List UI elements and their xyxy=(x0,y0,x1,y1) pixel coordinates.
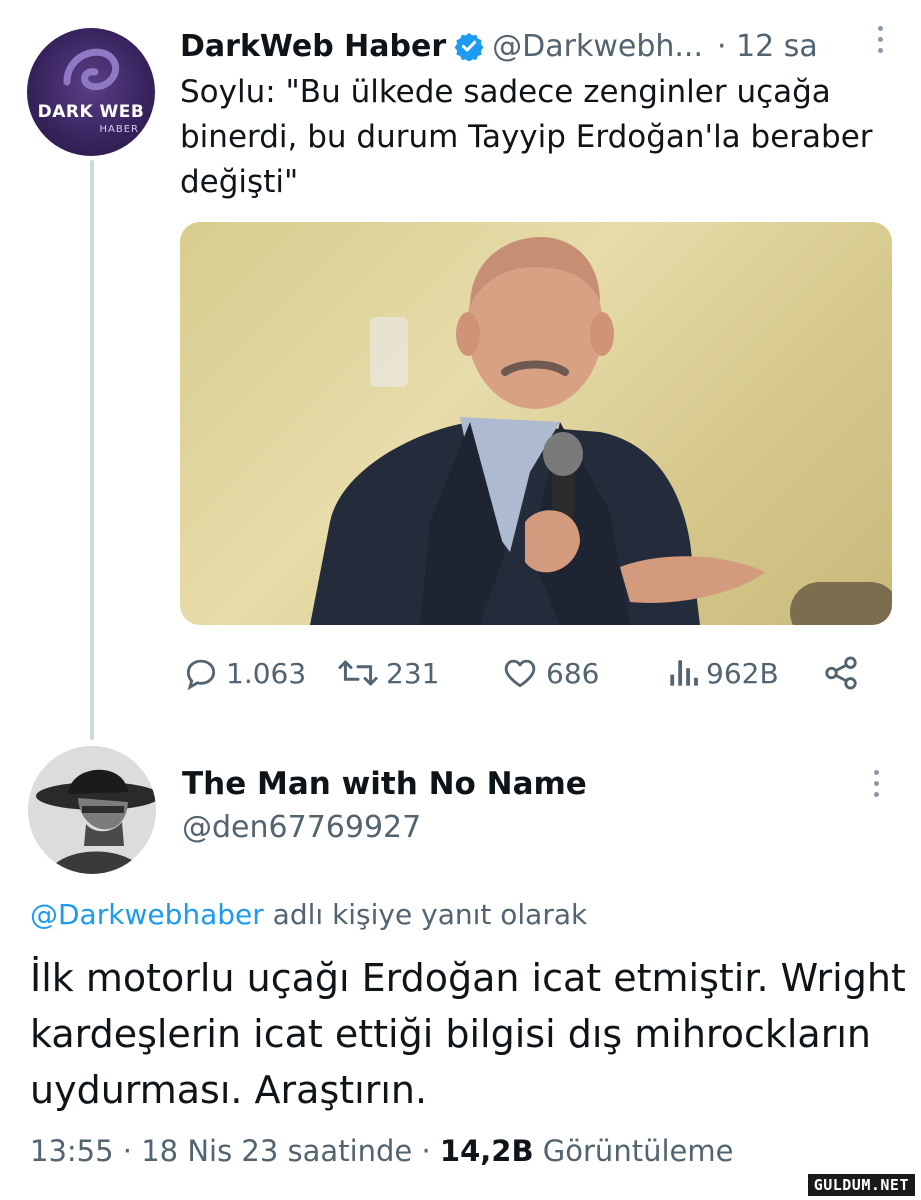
tweet-header: DarkWeb Haber @Darkwebh... · 12 sa xyxy=(180,26,885,66)
share-icon xyxy=(825,656,857,690)
photo-portrait-icon xyxy=(310,237,892,625)
reply-author-avatar[interactable] xyxy=(28,746,156,874)
avatar-logo-subtext: HABER xyxy=(99,124,139,135)
like-button[interactable]: 686 xyxy=(500,650,599,696)
site-watermark: GULDUM.NET xyxy=(807,1174,915,1196)
reply-views-label: Görüntüleme xyxy=(542,1134,734,1168)
reply-button[interactable]: 1.063 xyxy=(182,650,306,696)
reply-view-count: 14,2B xyxy=(439,1134,534,1168)
analytics-bars-icon xyxy=(670,660,698,686)
avatar-logo-text: DARK WEB xyxy=(37,102,145,122)
retweet-icon xyxy=(338,660,378,686)
view-count: 962B xyxy=(706,656,779,690)
views-button[interactable]: 962B xyxy=(666,650,779,696)
like-count: 686 xyxy=(546,656,600,690)
tweet-text: Soylu: "Bu ülkede sadece zenginler uçağa… xyxy=(180,74,873,200)
tweet-photo[interactable] xyxy=(180,222,892,625)
replying-to-suffix: adlı kişiye yanıt olarak xyxy=(272,898,588,931)
heart-icon xyxy=(504,659,536,688)
more-dots-icon xyxy=(878,26,883,53)
verified-badge-icon xyxy=(454,32,484,61)
replying-to-link[interactable]: @Darkwebhaber xyxy=(30,898,264,931)
reply-timestamp[interactable]: 13:55 · 18 Nis 23 saatinde · xyxy=(30,1134,431,1168)
more-options-button[interactable] xyxy=(878,26,883,53)
more-dots-icon xyxy=(874,770,879,797)
reply-count: 1.063 xyxy=(226,656,307,690)
author-name[interactable]: DarkWeb Haber xyxy=(180,29,446,64)
tweet-time[interactable]: · 12 sa xyxy=(717,29,818,64)
tweet-actions: 1.063 231 686 962B xyxy=(182,650,882,696)
cowboy-portrait-icon xyxy=(28,746,156,874)
author-avatar[interactable]: DARK WEB HABER xyxy=(27,28,155,156)
reply-icon xyxy=(186,659,216,691)
reply-more-options-button[interactable] xyxy=(874,770,879,797)
reply-author-name[interactable]: The Man with No Name xyxy=(182,766,587,802)
replying-to-line: @Darkwebhaber adlı kişiye yanıt olarak xyxy=(30,898,587,931)
retweet-button[interactable]: 231 xyxy=(336,650,439,696)
logo-swirl-icon xyxy=(63,48,120,91)
reply-author-handle[interactable]: @den67769927 xyxy=(182,810,421,845)
reply-meta: 13:55 · 18 Nis 23 saatinde · 14,2B Görün… xyxy=(30,1134,733,1168)
thread-connector-line xyxy=(90,160,94,740)
retweet-count: 231 xyxy=(386,656,440,690)
author-handle[interactable]: @Darkwebh... xyxy=(492,29,703,64)
reply-text: İlk motorlu uçağı Erdoğan icat etmiştir.… xyxy=(30,956,906,1112)
share-button[interactable] xyxy=(822,650,860,696)
